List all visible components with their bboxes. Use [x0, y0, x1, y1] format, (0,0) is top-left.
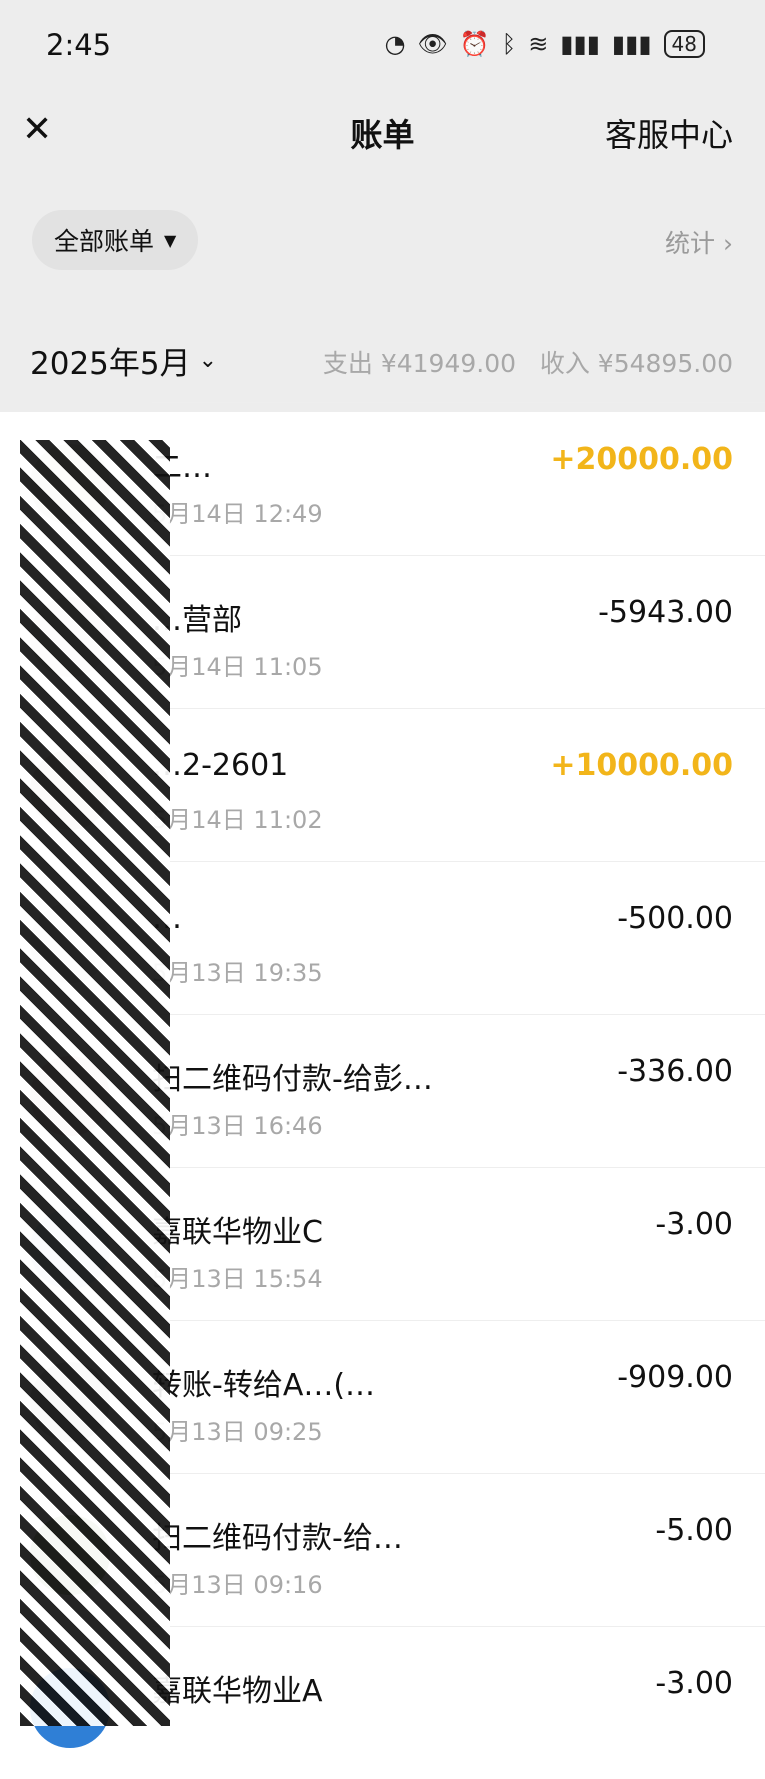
transaction-amount: -3.00 [655, 1666, 733, 1701]
transaction-name: …2-2601 [152, 748, 289, 783]
transaction-amount: +20000.00 [550, 442, 733, 477]
divider [152, 708, 765, 709]
transaction-name: 扫二维码付款-给彭… [152, 1062, 433, 1097]
transaction-amount: -500.00 [617, 901, 733, 936]
divider [152, 555, 765, 556]
transaction-date: 5月13日 19:35 [152, 959, 323, 987]
bill-filter-dropdown[interactable]: 全部账单 ▼ [32, 210, 199, 270]
transaction-amount: -5943.00 [598, 595, 733, 630]
income-total: 收入 ¥54895.00 [539, 349, 733, 378]
transaction-amount: +10000.00 [550, 748, 733, 783]
alarm-icon: ⏰ [459, 30, 490, 58]
transaction-date: 5月13日 16:46 [152, 1112, 323, 1140]
transaction-date: 5月14日 12:49 [152, 500, 323, 528]
caret-down-icon: ▼ [164, 230, 177, 250]
transaction-amount: -5.00 [655, 1513, 733, 1548]
transaction-date: 5月13日 09:16 [152, 1571, 323, 1599]
month-selector[interactable]: 2025年5月 ⌄ [30, 338, 217, 383]
divider [152, 1167, 765, 1168]
transaction-name: …营部 [152, 603, 242, 638]
transaction-name: … [152, 901, 552, 936]
transaction-name: 嘉联华物业A [152, 1674, 323, 1709]
header-area: 2:45 ◔ 👁 ⏰ ᛒ ≋ ▮▮▮ ▮▮▮ 48 ✕ 账单 客服中心 全部账单… [0, 0, 765, 412]
expense-total: 支出 ¥41949.00 [322, 349, 517, 378]
signal-icon: ▮▮▮ [560, 30, 600, 58]
customer-service-button[interactable]: 客服中心 [605, 110, 733, 156]
eye-icon: 👁 [417, 30, 448, 58]
filter-label: 全部账单 [54, 227, 155, 256]
divider [152, 1626, 765, 1627]
divider [152, 402, 765, 403]
transaction-name: 二… [152, 450, 212, 485]
transaction-amount: -909.00 [617, 1360, 733, 1395]
redaction-overlay [20, 440, 170, 1726]
wifi-icon: ≋ [528, 30, 549, 58]
status-icons: ◔ 👁 ⏰ ᛒ ≋ ▮▮▮ ▮▮▮ 48 [384, 30, 705, 58]
transaction-name: 扫二维码付款-给… [152, 1521, 403, 1556]
stats-link[interactable]: 统计 › [665, 224, 733, 260]
transaction-name: 嘉联华物业C [152, 1215, 323, 1250]
nav-bar: ✕ 账单 客服中心 [0, 96, 765, 166]
divider [152, 1320, 765, 1321]
divider [152, 861, 765, 862]
divider [152, 1473, 765, 1474]
speed-icon: ◔ [384, 30, 406, 58]
transaction-date: 5月14日 11:05 [152, 653, 323, 681]
chevron-down-icon: ⌄ [198, 348, 218, 373]
chevron-right-icon: › [723, 229, 733, 258]
signal-icon-2: ▮▮▮ [611, 30, 652, 58]
transaction-date: 5月14日 11:02 [152, 806, 323, 834]
divider [152, 1014, 765, 1015]
transaction-amount: -336.00 [617, 1054, 733, 1089]
month-summary: 支出 ¥41949.00 收入 ¥54895.00 [323, 344, 733, 380]
stats-label: 统计 [665, 229, 716, 258]
transaction-date: 5月13日 09:25 [152, 1418, 323, 1446]
month-label: 2025年5月 [30, 346, 191, 382]
transaction-amount: -3.00 [655, 1207, 733, 1242]
transaction-date: 5月13日 15:54 [152, 1265, 323, 1293]
status-bar: 2:45 ◔ 👁 ⏰ ᛒ ≋ ▮▮▮ ▮▮▮ 48 [0, 0, 765, 96]
status-time: 2:45 [46, 28, 112, 62]
battery-icon: 48 [663, 30, 705, 58]
transaction-name: 转账-转给A…(… [152, 1368, 376, 1403]
bluetooth-icon: ᛒ [501, 30, 517, 58]
